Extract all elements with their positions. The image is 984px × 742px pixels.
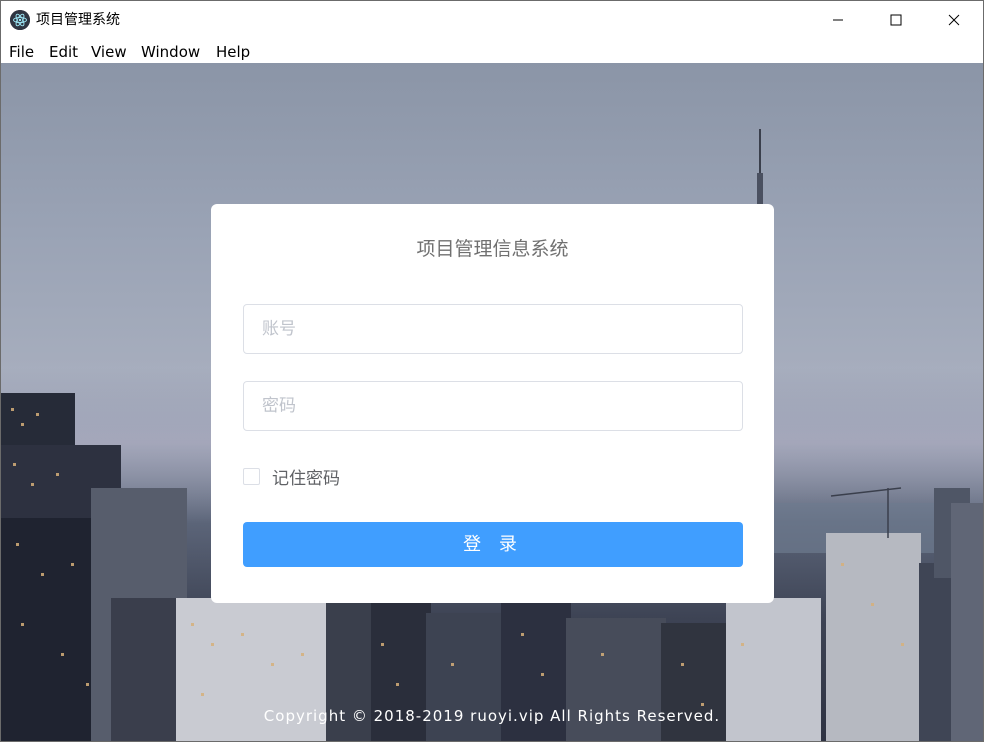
maximize-button[interactable] <box>867 1 925 39</box>
minimize-button[interactable] <box>809 1 867 39</box>
menu-bar: File Edit View Window Help <box>1 39 983 63</box>
electron-atom-icon <box>10 10 30 30</box>
password-input[interactable] <box>244 382 742 430</box>
username-field-wrapper <box>243 304 743 354</box>
login-title: 项目管理信息系统 <box>416 238 569 260</box>
password-field-wrapper <box>243 381 743 431</box>
remember-me[interactable]: 记住密码 <box>243 464 340 489</box>
menu-edit[interactable]: Edit <box>49 42 78 62</box>
close-icon <box>948 14 960 26</box>
window-title: 项目管理系统 <box>36 12 120 28</box>
menu-window[interactable]: Window <box>141 42 200 62</box>
menu-view[interactable]: View <box>91 42 127 62</box>
copyright-footer: Copyright © 2018-2019 ruoyi.vip All Righ… <box>263 707 721 725</box>
username-input[interactable] <box>244 305 742 353</box>
login-form: 项目管理信息系统 记住密码 登 录 <box>211 204 774 603</box>
remember-label: 记住密码 <box>272 468 340 489</box>
menu-file[interactable]: File <box>9 42 34 62</box>
title-bar[interactable]: 项目管理系统 <box>1 1 983 39</box>
login-button[interactable]: 登 录 <box>243 522 743 567</box>
login-background: 项目管理信息系统 记住密码 登 录 Copyright © 2018-2019 … <box>1 63 983 741</box>
maximize-icon <box>890 14 902 26</box>
app-window: 项目管理系统 File Edit View Window Help 项目管理信息… <box>0 0 984 742</box>
remember-checkbox[interactable] <box>243 467 260 485</box>
menu-help[interactable]: Help <box>216 42 250 62</box>
minimize-icon <box>833 19 843 21</box>
close-button[interactable] <box>925 1 983 39</box>
